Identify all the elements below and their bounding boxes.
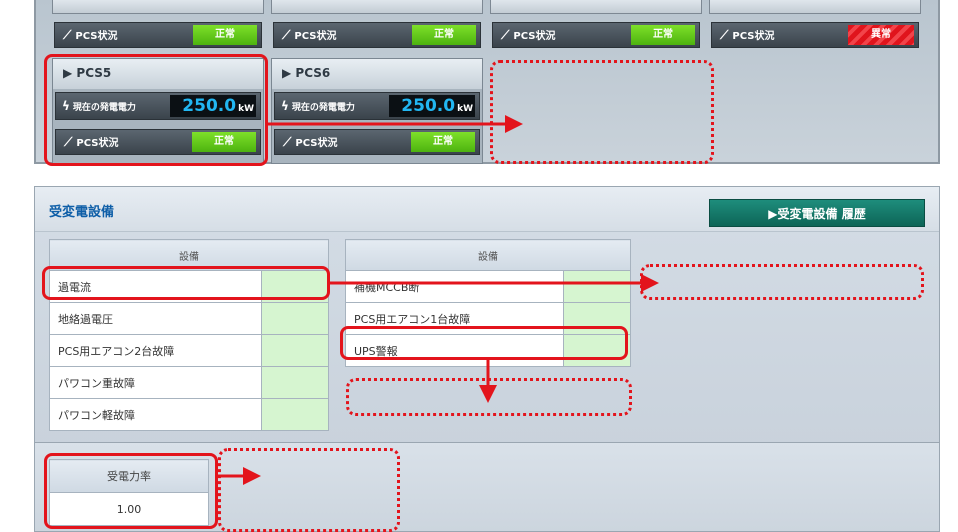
annotation-arrows bbox=[218, 115, 659, 485]
